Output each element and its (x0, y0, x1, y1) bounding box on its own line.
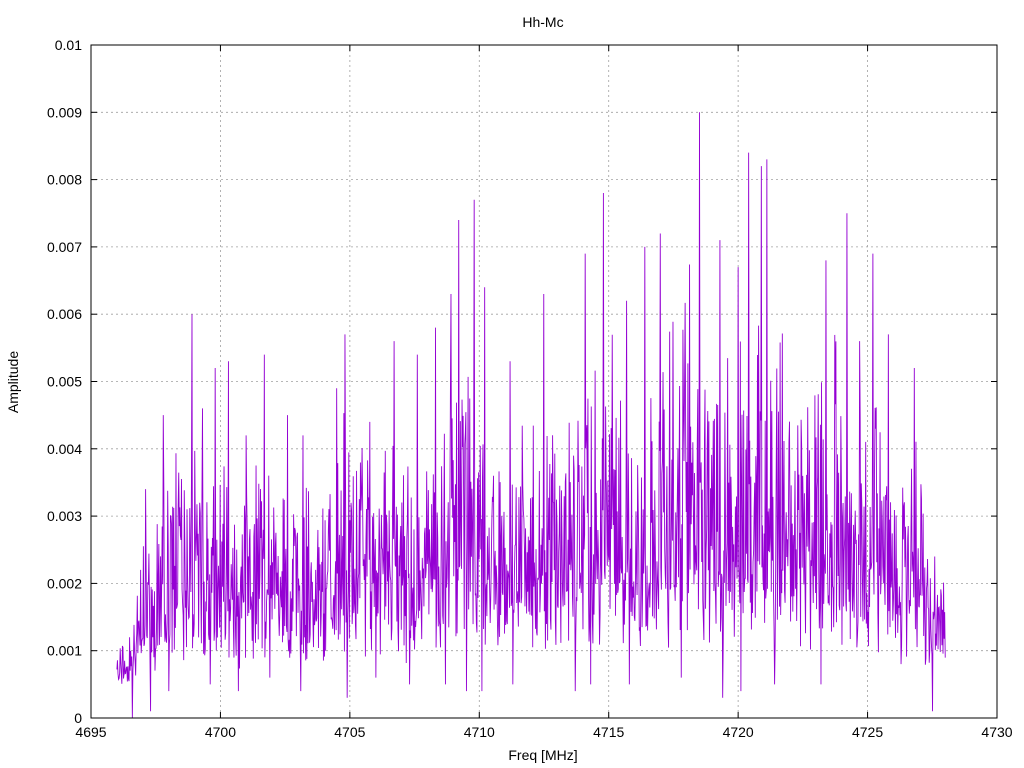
y-tick-label: 0.005 (47, 374, 82, 390)
x-tick-label: 4695 (75, 724, 106, 740)
y-tick-label: 0.008 (47, 172, 82, 188)
chart-title: Hh-Mc (522, 14, 563, 30)
x-tick-label: 4700 (205, 724, 236, 740)
x-tick-label: 4730 (981, 724, 1012, 740)
x-tick-label: 4710 (464, 724, 495, 740)
y-tick-label: 0.01 (55, 37, 82, 53)
y-tick-label: 0.006 (47, 306, 82, 322)
y-tick-label: 0.009 (47, 104, 82, 120)
x-axis-label: Freq [MHz] (508, 747, 577, 763)
x-tick-label: 4720 (723, 724, 754, 740)
x-tick-label: 4705 (334, 724, 365, 740)
amplitude-series-line (116, 112, 946, 719)
x-tick-label: 4725 (852, 724, 883, 740)
y-tick-label: 0.002 (47, 575, 82, 591)
y-axis-label: Amplitude (5, 351, 21, 413)
y-tick-label: 0.004 (47, 441, 82, 457)
y-tick-label: 0 (74, 710, 82, 726)
amplitude-frequency-chart: 4695 4700 4705 4710 4715 4720 4725 4730 0 0.001 0.… (5, 14, 1013, 763)
y-tick-label: 0.001 (47, 643, 82, 659)
y-tick-label: 0.007 (47, 239, 82, 255)
x-tick-label: 4715 (593, 724, 624, 740)
y-tick-label: 0.003 (47, 508, 82, 524)
